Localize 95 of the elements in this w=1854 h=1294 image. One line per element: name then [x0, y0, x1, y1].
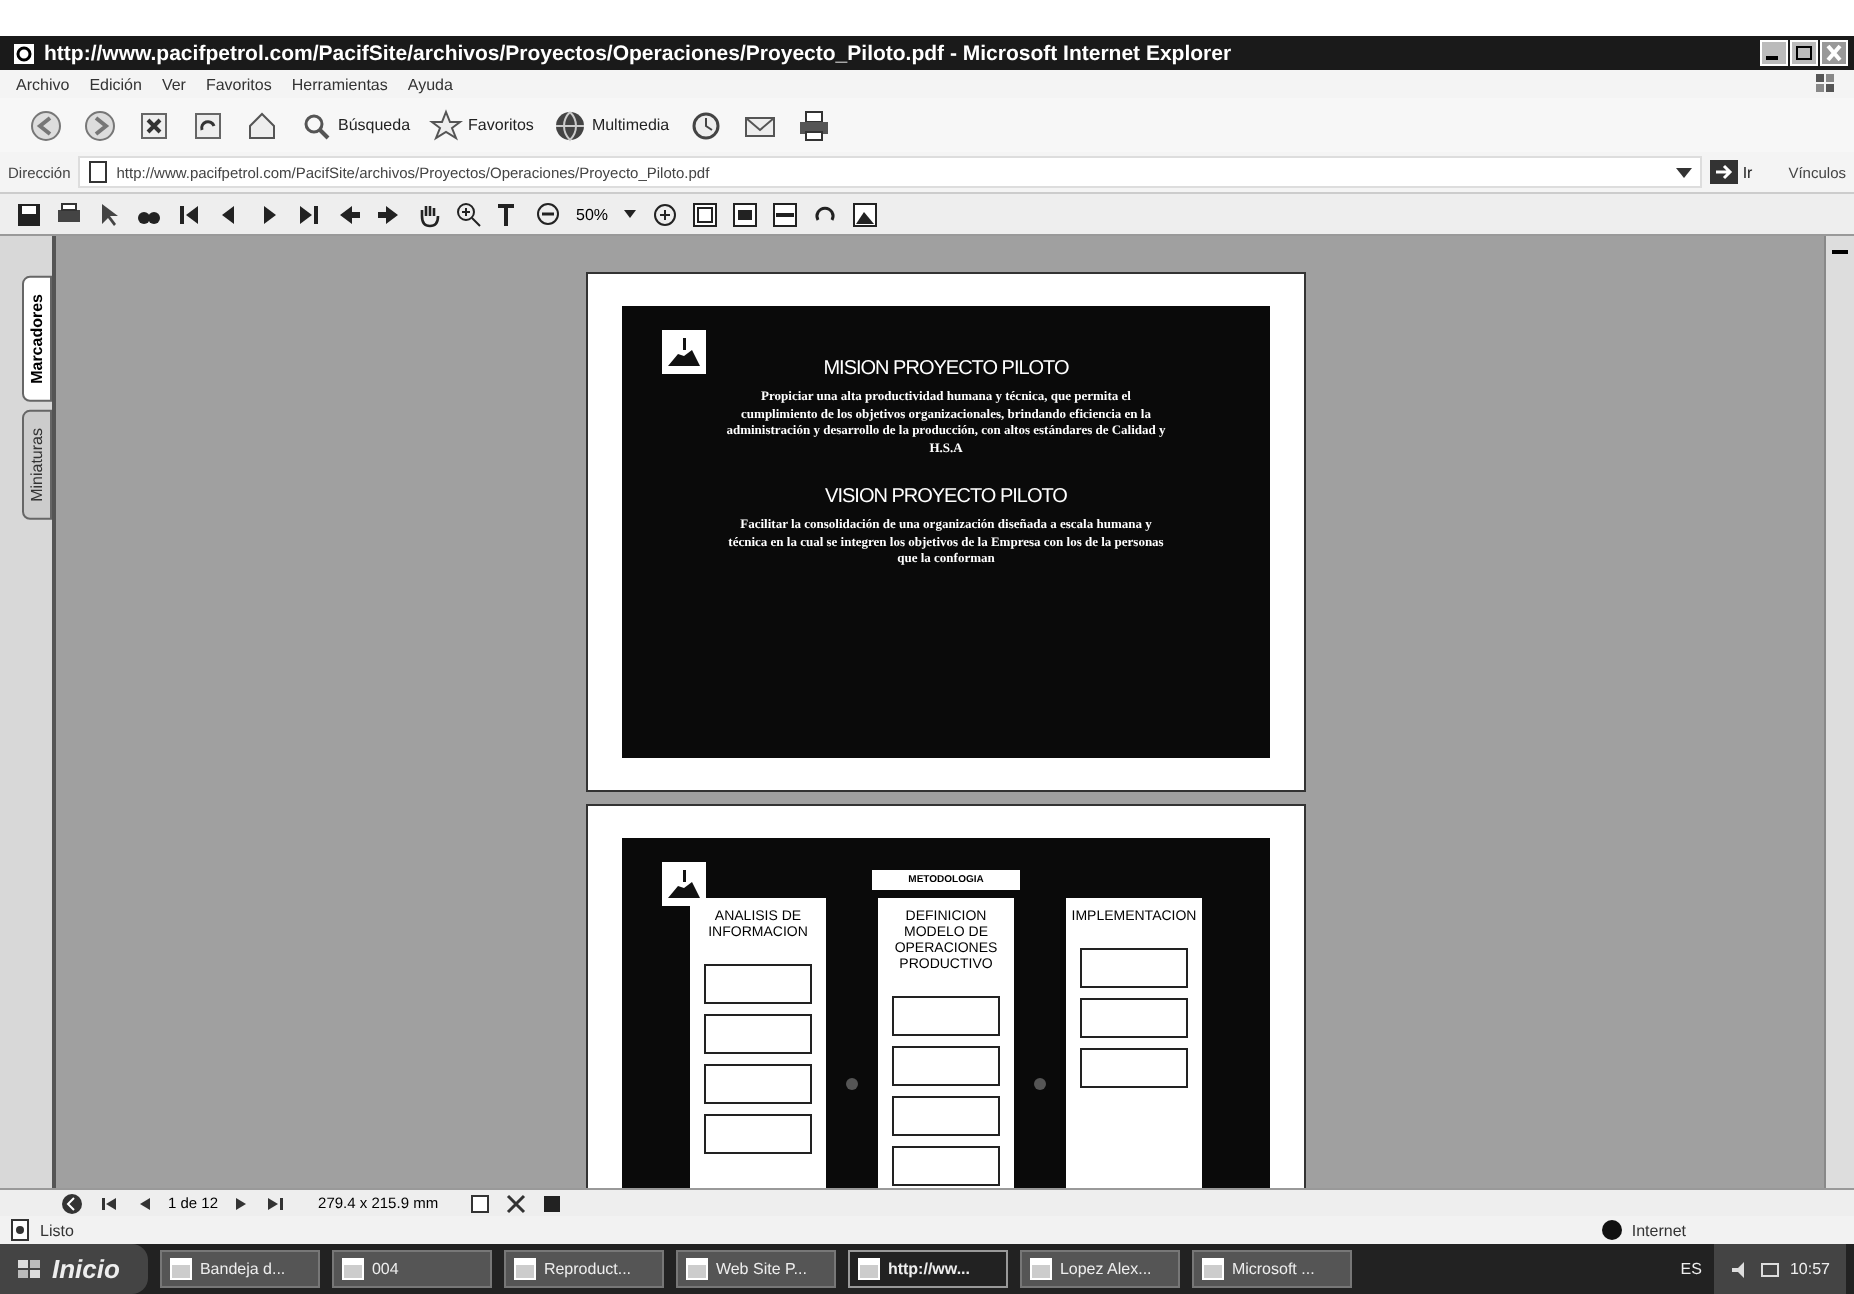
- clock: 10:57: [1789, 1260, 1830, 1278]
- status-text: Listo: [40, 1221, 74, 1239]
- split-handle-icon[interactable]: [1830, 244, 1850, 260]
- taskbar-button[interactable]: Lopez Alex...: [1019, 1250, 1180, 1288]
- printer-icon[interactable]: [795, 107, 832, 143]
- fit-width-icon[interactable]: [772, 201, 799, 227]
- windows-flag-icon: [1814, 72, 1838, 96]
- stop-icon[interactable]: [136, 107, 172, 143]
- diagram-box: [892, 1046, 1000, 1086]
- diagram-box: [892, 996, 1000, 1036]
- first-page-icon[interactable]: [176, 201, 202, 227]
- network-icon[interactable]: [1759, 1259, 1780, 1279]
- menu-item[interactable]: Ver: [161, 75, 186, 93]
- zoom-in-icon[interactable]: [456, 201, 482, 227]
- diagram-box: [1080, 1048, 1188, 1088]
- language-indicator[interactable]: ES: [1680, 1260, 1702, 1278]
- page-icon: [8, 1218, 32, 1242]
- taskbar-button[interactable]: 004: [331, 1250, 492, 1288]
- taskbar-button[interactable]: Reproduct...: [503, 1250, 664, 1288]
- actual-size-icon[interactable]: [692, 201, 719, 227]
- windows-flag-icon: [16, 1257, 44, 1281]
- go-button[interactable]: Ir: [1710, 160, 1753, 184]
- previous-page-icon[interactable]: [60, 1193, 84, 1213]
- last-page-icon[interactable]: [266, 1193, 287, 1213]
- window-icon: [513, 1258, 536, 1280]
- star-icon: [428, 107, 465, 143]
- start-button[interactable]: Inicio: [0, 1244, 148, 1294]
- oil-rig-logo: [662, 330, 706, 374]
- window-icon: [341, 1258, 364, 1280]
- diagram-box: [704, 1064, 812, 1104]
- page-icon: [86, 160, 111, 184]
- dropdown-arrow-icon[interactable]: [1674, 162, 1695, 182]
- maximize-icon[interactable]: [1790, 40, 1818, 66]
- connector-dot: [846, 1078, 858, 1090]
- menu-item[interactable]: Ayuda: [407, 75, 453, 93]
- globe-icon: [1599, 1218, 1624, 1242]
- home-icon[interactable]: [244, 107, 280, 143]
- diagram-box: [704, 964, 812, 1004]
- save-icon[interactable]: [16, 201, 42, 227]
- window-title: http://www.pacifpetrol.com/PacifSite/archivos/Proyectos/Operaciones/Proyecto_Piloto.pdf - Microsoft Internet Explorer: [44, 41, 1232, 65]
- toolbar-button[interactable]: Favoritos: [428, 107, 534, 143]
- diagram-box: [1080, 948, 1188, 988]
- previous-page-icon[interactable]: [136, 1193, 152, 1213]
- menu-item[interactable]: Herramientas: [291, 75, 388, 93]
- speaker-icon[interactable]: [1729, 1259, 1750, 1279]
- menu-item[interactable]: Edición: [89, 75, 142, 93]
- zoom-level[interactable]: 50%: [576, 205, 609, 223]
- diagram-box: [704, 1014, 812, 1054]
- window-icon: [685, 1258, 708, 1280]
- connector-dot: [1034, 1078, 1046, 1090]
- facing-pages-icon[interactable]: [542, 1193, 563, 1213]
- slide-heading: MISION PROYECTO PILOTO: [823, 358, 1069, 380]
- diagram-box: [1080, 998, 1188, 1038]
- zoom-plus-icon[interactable]: [652, 201, 679, 227]
- slide-heading: VISION PROYECTO PILOTO: [825, 486, 1067, 508]
- clock-icon[interactable]: [687, 107, 724, 143]
- back-icon[interactable]: [28, 107, 64, 143]
- side-tab[interactable]: Miniaturas: [22, 409, 52, 520]
- back-arrow-icon[interactable]: [336, 201, 362, 227]
- taskbar-button[interactable]: Web Site P...: [675, 1250, 836, 1288]
- printer-icon[interactable]: [56, 201, 82, 227]
- arrow-right-icon: [1710, 160, 1739, 184]
- side-tab[interactable]: Marcadores: [22, 276, 52, 402]
- globe-icon: [551, 107, 588, 143]
- hand-icon[interactable]: [416, 201, 442, 227]
- window-icon: [1029, 1258, 1052, 1280]
- vertical-scrollbar[interactable]: [1824, 236, 1854, 1188]
- forward-icon[interactable]: [82, 107, 118, 143]
- window-icon: [169, 1258, 192, 1280]
- toolbar-button[interactable]: Multimedia: [551, 107, 670, 143]
- taskbar-button[interactable]: Microsoft ...: [1191, 1250, 1352, 1288]
- continuous-icon[interactable]: [506, 1193, 527, 1213]
- diagram-box: [892, 1096, 1000, 1136]
- cursor-icon[interactable]: [96, 201, 122, 227]
- single-page-icon[interactable]: [470, 1193, 491, 1213]
- forward-arrow-icon[interactable]: [376, 201, 402, 227]
- minimize-icon[interactable]: [1760, 40, 1788, 66]
- taskbar-button[interactable]: http://ww...: [847, 1250, 1008, 1288]
- security-zone: Internet: [1631, 1221, 1686, 1239]
- next-page-icon[interactable]: [234, 1193, 251, 1213]
- image-icon[interactable]: [852, 201, 879, 227]
- first-page-icon[interactable]: [100, 1193, 120, 1213]
- fit-page-icon[interactable]: [732, 201, 759, 227]
- menu-item[interactable]: Favoritos: [205, 75, 272, 93]
- diagram-box: [704, 1114, 812, 1154]
- toolbar-button[interactable]: Búsqueda: [298, 107, 411, 143]
- zoom-out-icon[interactable]: [536, 201, 562, 227]
- last-page-icon[interactable]: [296, 201, 322, 227]
- taskbar-button[interactable]: Bandeja d...: [159, 1250, 320, 1288]
- menu-item[interactable]: Archivo: [16, 75, 70, 93]
- diagram-box: [892, 1146, 1000, 1186]
- dropdown-arrow-icon[interactable]: [622, 206, 639, 222]
- window-icon: [857, 1258, 880, 1280]
- refresh-icon[interactable]: [190, 107, 226, 143]
- window-icon: [1201, 1258, 1224, 1280]
